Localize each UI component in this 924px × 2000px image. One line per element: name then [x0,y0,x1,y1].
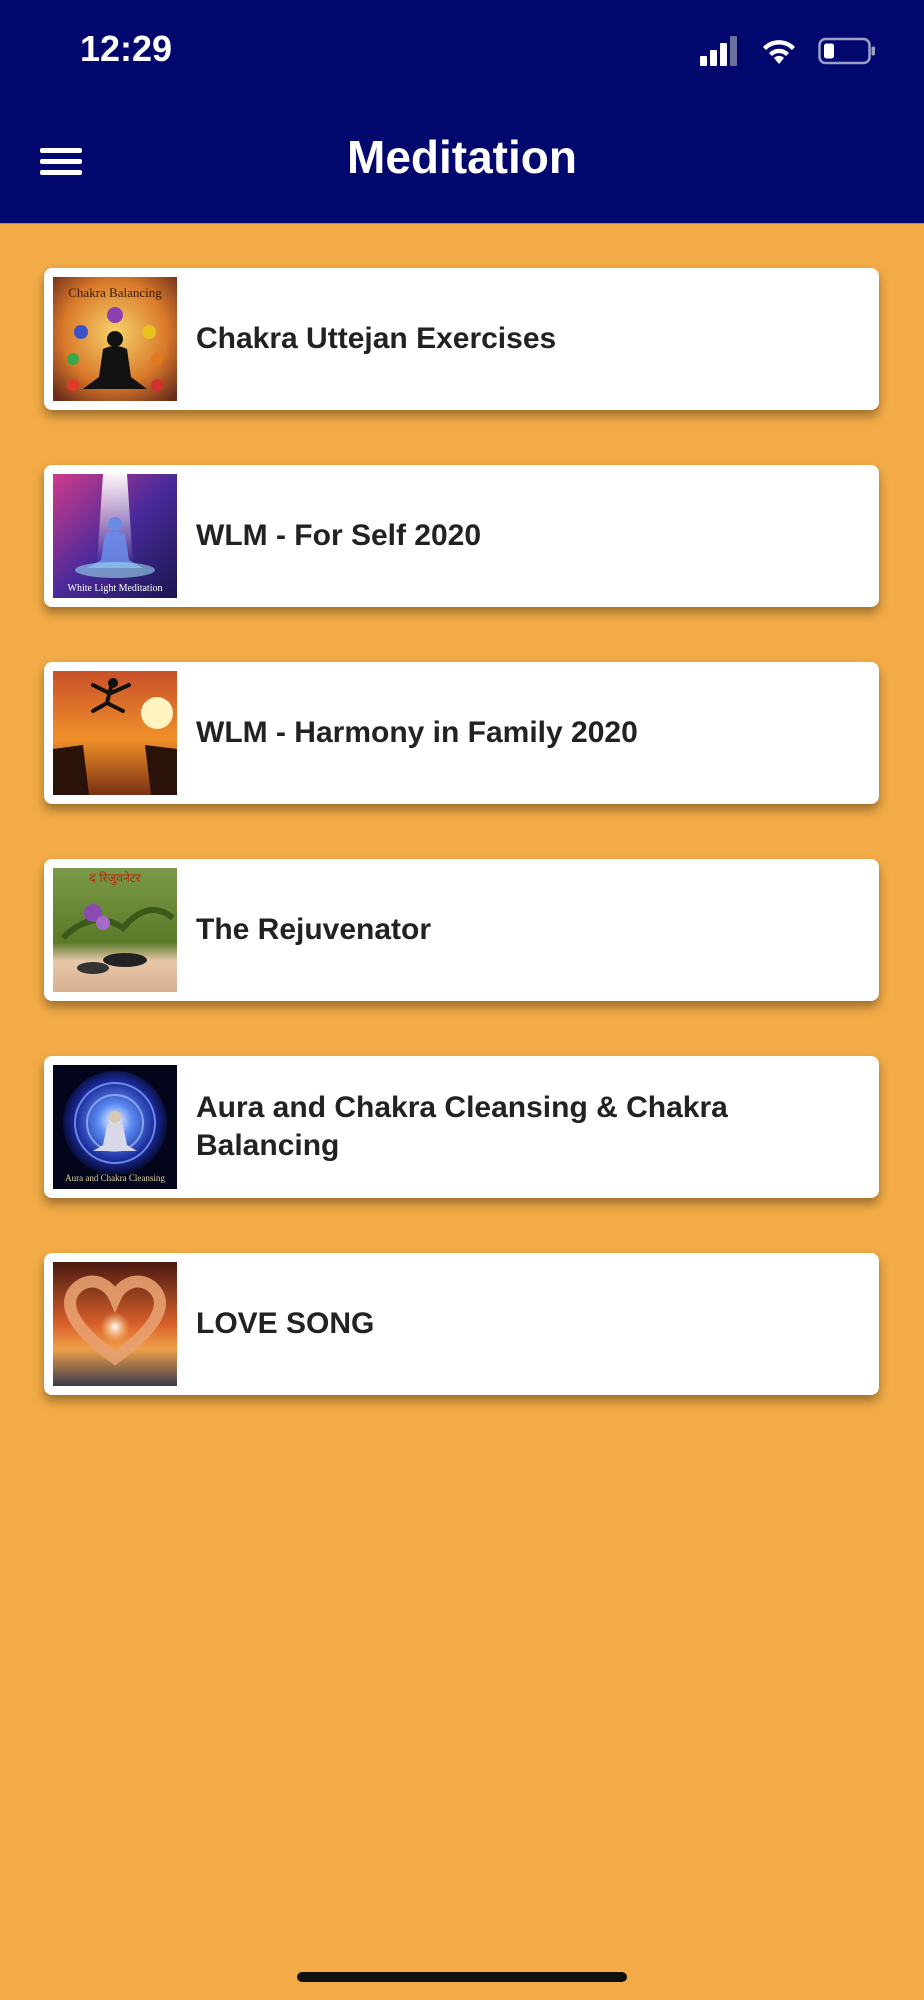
list-item-label: WLM - For Self 2020 [196,519,482,552]
white-light-meditation-thumbnail: White Light Meditation [53,474,177,598]
list-item-label: The Rejuvenator [196,913,432,946]
status-time: 12:29 [80,28,173,69]
home-indicator[interactable] [297,1972,627,1982]
cellular-signal-icon [700,36,737,66]
list-item-love-song[interactable]: LOVE SONG [44,1253,879,1395]
thumbnail-caption: Aura and Chakra Cleansing [65,1173,165,1183]
harmony-family-thumbnail [53,671,177,795]
aura-chakra-thumbnail: Aura and Chakra Cleansing [53,1065,177,1189]
love-song-thumbnail [53,1262,177,1386]
battery-icon [818,37,875,65]
thumbnail-caption: द रिजुवनेटर [89,871,141,886]
page-title: Meditation [347,131,577,183]
list-item-aura-chakra[interactable]: Aura and Chakra Cleansing Aura and Chakr… [44,1056,879,1198]
list-item-label: Aura and Chakra Cleansing & Chakra Balan… [196,1091,728,1162]
chakra-balancing-thumbnail: Chakra Balancing [53,277,177,401]
list-item-label: LOVE SONG [196,1307,375,1340]
thumbnail-caption: Chakra Balancing [68,285,162,300]
list-item-rejuvenator[interactable]: द रिजुवनेटर The Rejuvenator [44,859,879,1001]
app-header: 12:29 Meditation [0,0,924,224]
wifi-icon [763,40,795,64]
rejuvenator-thumbnail: द रिजुवनेटर [53,868,177,992]
list-item-label: Chakra Uttejan Exercises [196,322,557,355]
list-item-wlm-for-self[interactable]: White Light Meditation WLM - For Self 20… [44,465,879,607]
list-item-wlm-harmony[interactable]: WLM - Harmony in Family 2020 [44,662,879,804]
list-item-chakra-uttejan[interactable]: Chakra Balancing Chakra Uttejan Exercise… [44,268,879,410]
thumbnail-caption: White Light Meditation [68,583,163,594]
list-item-label: WLM - Harmony in Family 2020 [196,716,638,749]
